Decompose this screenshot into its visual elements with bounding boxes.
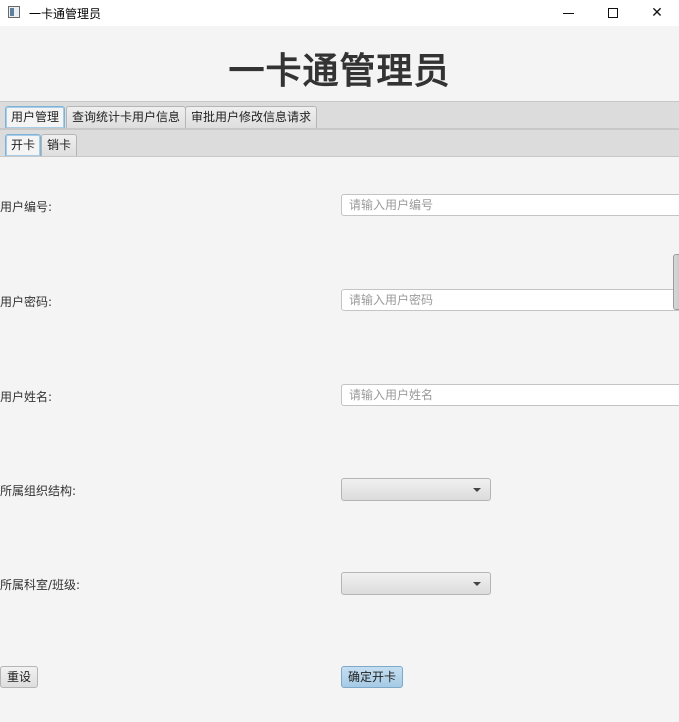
- main-tab-bar: 用户管理 查询统计卡用户信息 审批用户修改信息请求: [0, 101, 679, 129]
- chevron-down-icon: [473, 488, 481, 492]
- user-id-input[interactable]: [341, 194, 679, 216]
- sub-tab-bar: 开卡 销卡: [0, 129, 679, 157]
- tab-cancel-card[interactable]: 销卡: [41, 134, 78, 156]
- tab-query-stats[interactable]: 查询统计卡用户信息: [66, 106, 187, 128]
- page-title: 一卡通管理员: [228, 51, 451, 92]
- tab-user-management[interactable]: 用户管理: [5, 106, 66, 128]
- side-scroll-handle[interactable]: [673, 254, 679, 310]
- maximize-icon: [608, 8, 618, 18]
- org-combobox[interactable]: [341, 478, 491, 501]
- chevron-down-icon: [473, 582, 481, 586]
- close-icon: ✕: [651, 5, 663, 21]
- maximize-button[interactable]: [590, 0, 636, 26]
- tab-approve-requests[interactable]: 审批用户修改信息请求: [185, 106, 318, 128]
- minimize-button[interactable]: [545, 0, 591, 26]
- user-id-label: 用户编号:: [0, 200, 53, 214]
- minimize-icon: [562, 12, 574, 14]
- password-label: 用户密码:: [0, 295, 53, 309]
- window-title: 一卡通管理员: [29, 7, 102, 21]
- confirm-open-card-button[interactable]: 确定开卡: [341, 666, 404, 688]
- password-input[interactable]: [341, 289, 679, 311]
- dept-label: 所属科室/班级:: [0, 578, 81, 592]
- dept-combobox[interactable]: [341, 572, 491, 595]
- reset-button[interactable]: 重设: [0, 666, 39, 688]
- name-label: 用户姓名:: [0, 390, 53, 404]
- app-icon: [8, 6, 20, 18]
- window-titlebar: 一卡通管理员 ✕: [0, 0, 679, 26]
- org-label: 所属组织结构:: [0, 484, 77, 498]
- name-input[interactable]: [341, 384, 679, 406]
- close-button[interactable]: ✕: [634, 0, 679, 26]
- page-header: 一卡通管理员: [0, 26, 679, 101]
- tab-open-card[interactable]: 开卡: [5, 134, 42, 156]
